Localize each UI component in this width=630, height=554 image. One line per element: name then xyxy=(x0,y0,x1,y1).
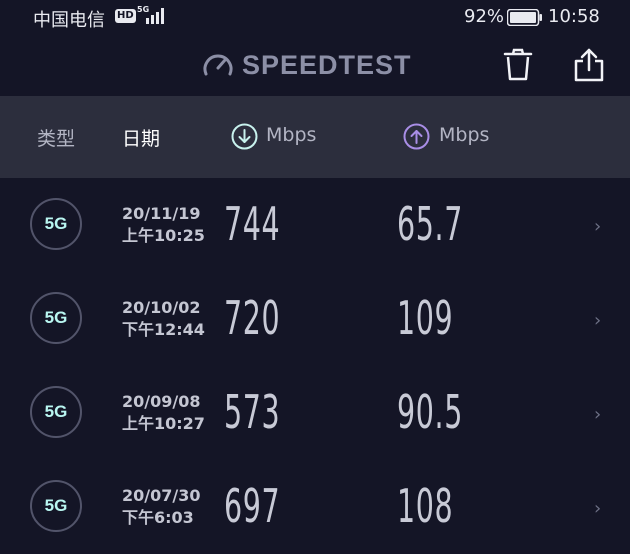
download-speed: 744 xyxy=(224,197,281,251)
connection-type-badge: 5G xyxy=(30,198,82,250)
result-time: 下午12:44 xyxy=(122,320,205,339)
download-speed: 697 xyxy=(224,479,281,533)
connection-type-badge: 5G xyxy=(30,386,82,438)
battery-percent: 92% xyxy=(464,6,505,27)
upload-speed: 108 xyxy=(397,479,454,533)
download-unit[interactable]: Mbps xyxy=(266,124,316,146)
hd-badge: HD xyxy=(115,9,136,23)
results-list: 5G 20/11/19 上午10:25 744 65.7 › 5G 20/10/… xyxy=(0,178,630,554)
result-date: 20/07/30 xyxy=(122,486,201,505)
signal-icon xyxy=(146,8,164,24)
result-date: 20/10/02 xyxy=(122,298,201,317)
result-row[interactable]: 5G 20/07/30 下午6:03 697 108 › xyxy=(0,460,630,554)
upload-speed: 109 xyxy=(397,291,454,345)
app-header: SPEEDTEST xyxy=(0,34,630,96)
result-date: 20/09/08 xyxy=(122,392,201,411)
result-date: 20/11/19 xyxy=(122,204,201,223)
download-icon xyxy=(231,123,258,150)
speedometer-icon xyxy=(203,54,233,76)
carrier-name: 中国电信 xyxy=(33,10,105,31)
connection-type-badge: 5G xyxy=(30,292,82,344)
chevron-right-icon[interactable]: › xyxy=(594,404,601,425)
upload-speed: 90.5 xyxy=(397,385,463,439)
upload-speed: 65.7 xyxy=(397,197,463,251)
upload-icon xyxy=(403,123,430,150)
download-speed: 720 xyxy=(224,291,281,345)
result-time: 下午6:03 xyxy=(122,508,194,527)
chevron-right-icon[interactable]: › xyxy=(594,216,601,237)
column-header-bar: 类型 日期 Mbps Mbps xyxy=(0,96,630,178)
battery-icon xyxy=(507,9,542,26)
result-row[interactable]: 5G 20/10/02 下午12:44 720 109 › xyxy=(0,272,630,366)
column-type[interactable]: 类型 xyxy=(37,124,75,151)
share-icon[interactable] xyxy=(573,47,605,83)
result-row[interactable]: 5G 20/11/19 上午10:25 744 65.7 › xyxy=(0,178,630,272)
result-row[interactable]: 5G 20/09/08 上午10:27 573 90.5 › xyxy=(0,366,630,460)
result-time: 上午10:25 xyxy=(122,226,205,245)
chevron-right-icon[interactable]: › xyxy=(594,498,601,519)
result-time: 上午10:27 xyxy=(122,414,205,433)
app-title: SPEEDTEST xyxy=(242,50,412,80)
trash-icon[interactable] xyxy=(503,48,533,82)
chevron-right-icon[interactable]: › xyxy=(594,310,601,331)
status-bar: 中国电信 HD 5G 92% 10:58 xyxy=(0,0,630,34)
column-date[interactable]: 日期 xyxy=(122,124,160,151)
connection-type-badge: 5G xyxy=(30,480,82,532)
clock: 10:58 xyxy=(548,6,600,27)
upload-unit[interactable]: Mbps xyxy=(439,124,489,146)
download-speed: 573 xyxy=(224,385,281,439)
